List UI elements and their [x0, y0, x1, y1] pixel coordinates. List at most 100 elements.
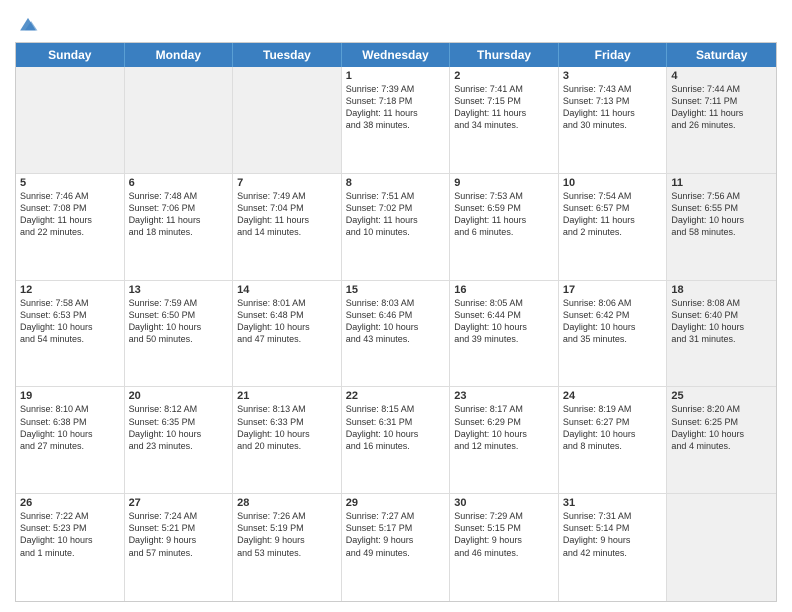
header-day-friday: Friday	[559, 43, 668, 67]
calendar-row-2: 5Sunrise: 7:46 AM Sunset: 7:08 PM Daylig…	[16, 174, 776, 281]
calendar-cell-empty-w0c0	[16, 67, 125, 173]
cell-text: Sunrise: 7:39 AM Sunset: 7:18 PM Dayligh…	[346, 83, 446, 132]
cell-text: Sunrise: 8:10 AM Sunset: 6:38 PM Dayligh…	[20, 403, 120, 452]
calendar-body: 1Sunrise: 7:39 AM Sunset: 7:18 PM Daylig…	[16, 67, 776, 601]
cell-text: Sunrise: 7:22 AM Sunset: 5:23 PM Dayligh…	[20, 510, 120, 559]
cell-text: Sunrise: 7:46 AM Sunset: 7:08 PM Dayligh…	[20, 190, 120, 239]
calendar-cell-9: 9Sunrise: 7:53 AM Sunset: 6:59 PM Daylig…	[450, 174, 559, 280]
calendar-row-1: 1Sunrise: 7:39 AM Sunset: 7:18 PM Daylig…	[16, 67, 776, 174]
calendar-cell-15: 15Sunrise: 8:03 AM Sunset: 6:46 PM Dayli…	[342, 281, 451, 387]
cell-text: Sunrise: 7:31 AM Sunset: 5:14 PM Dayligh…	[563, 510, 663, 559]
day-number: 5	[20, 177, 120, 189]
day-number: 17	[563, 284, 663, 296]
day-number: 21	[237, 390, 337, 402]
day-number: 27	[129, 497, 229, 509]
day-number: 28	[237, 497, 337, 509]
day-number: 11	[671, 177, 772, 189]
calendar-cell-7: 7Sunrise: 7:49 AM Sunset: 7:04 PM Daylig…	[233, 174, 342, 280]
cell-text: Sunrise: 7:48 AM Sunset: 7:06 PM Dayligh…	[129, 190, 229, 239]
cell-text: Sunrise: 8:06 AM Sunset: 6:42 PM Dayligh…	[563, 297, 663, 346]
day-number: 15	[346, 284, 446, 296]
cell-text: Sunrise: 8:15 AM Sunset: 6:31 PM Dayligh…	[346, 403, 446, 452]
day-number: 6	[129, 177, 229, 189]
day-number: 22	[346, 390, 446, 402]
cell-text: Sunrise: 7:27 AM Sunset: 5:17 PM Dayligh…	[346, 510, 446, 559]
calendar-cell-empty-w4c6	[667, 494, 776, 601]
cell-text: Sunrise: 7:56 AM Sunset: 6:55 PM Dayligh…	[671, 190, 772, 239]
calendar-cell-25: 25Sunrise: 8:20 AM Sunset: 6:25 PM Dayli…	[667, 387, 776, 493]
cell-text: Sunrise: 7:51 AM Sunset: 7:02 PM Dayligh…	[346, 190, 446, 239]
calendar-cell-6: 6Sunrise: 7:48 AM Sunset: 7:06 PM Daylig…	[125, 174, 234, 280]
calendar-cell-28: 28Sunrise: 7:26 AM Sunset: 5:19 PM Dayli…	[233, 494, 342, 601]
day-number: 7	[237, 177, 337, 189]
day-number: 31	[563, 497, 663, 509]
calendar-cell-8: 8Sunrise: 7:51 AM Sunset: 7:02 PM Daylig…	[342, 174, 451, 280]
cell-text: Sunrise: 7:44 AM Sunset: 7:11 PM Dayligh…	[671, 83, 772, 132]
day-number: 14	[237, 284, 337, 296]
calendar-cell-2: 2Sunrise: 7:41 AM Sunset: 7:15 PM Daylig…	[450, 67, 559, 173]
cell-text: Sunrise: 7:53 AM Sunset: 6:59 PM Dayligh…	[454, 190, 554, 239]
day-number: 20	[129, 390, 229, 402]
header-day-monday: Monday	[125, 43, 234, 67]
day-number: 29	[346, 497, 446, 509]
calendar: SundayMondayTuesdayWednesdayThursdayFrid…	[15, 42, 777, 602]
cell-text: Sunrise: 8:01 AM Sunset: 6:48 PM Dayligh…	[237, 297, 337, 346]
cell-text: Sunrise: 7:54 AM Sunset: 6:57 PM Dayligh…	[563, 190, 663, 239]
calendar-cell-14: 14Sunrise: 8:01 AM Sunset: 6:48 PM Dayli…	[233, 281, 342, 387]
day-number: 8	[346, 177, 446, 189]
cell-text: Sunrise: 7:58 AM Sunset: 6:53 PM Dayligh…	[20, 297, 120, 346]
calendar-cell-23: 23Sunrise: 8:17 AM Sunset: 6:29 PM Dayli…	[450, 387, 559, 493]
day-number: 4	[671, 70, 772, 82]
day-number: 25	[671, 390, 772, 402]
cell-text: Sunrise: 8:17 AM Sunset: 6:29 PM Dayligh…	[454, 403, 554, 452]
calendar-cell-27: 27Sunrise: 7:24 AM Sunset: 5:21 PM Dayli…	[125, 494, 234, 601]
cell-text: Sunrise: 8:13 AM Sunset: 6:33 PM Dayligh…	[237, 403, 337, 452]
calendar-row-3: 12Sunrise: 7:58 AM Sunset: 6:53 PM Dayli…	[16, 281, 776, 388]
calendar-cell-26: 26Sunrise: 7:22 AM Sunset: 5:23 PM Dayli…	[16, 494, 125, 601]
header-day-wednesday: Wednesday	[342, 43, 451, 67]
day-number: 12	[20, 284, 120, 296]
calendar-cell-18: 18Sunrise: 8:08 AM Sunset: 6:40 PM Dayli…	[667, 281, 776, 387]
day-number: 18	[671, 284, 772, 296]
day-number: 16	[454, 284, 554, 296]
cell-text: Sunrise: 7:41 AM Sunset: 7:15 PM Dayligh…	[454, 83, 554, 132]
calendar-cell-13: 13Sunrise: 7:59 AM Sunset: 6:50 PM Dayli…	[125, 281, 234, 387]
day-number: 30	[454, 497, 554, 509]
header-day-thursday: Thursday	[450, 43, 559, 67]
calendar-cell-17: 17Sunrise: 8:06 AM Sunset: 6:42 PM Dayli…	[559, 281, 668, 387]
calendar-cell-1: 1Sunrise: 7:39 AM Sunset: 7:18 PM Daylig…	[342, 67, 451, 173]
cell-text: Sunrise: 8:05 AM Sunset: 6:44 PM Dayligh…	[454, 297, 554, 346]
cell-text: Sunrise: 7:59 AM Sunset: 6:50 PM Dayligh…	[129, 297, 229, 346]
cell-text: Sunrise: 7:24 AM Sunset: 5:21 PM Dayligh…	[129, 510, 229, 559]
calendar-cell-20: 20Sunrise: 8:12 AM Sunset: 6:35 PM Dayli…	[125, 387, 234, 493]
calendar-cell-21: 21Sunrise: 8:13 AM Sunset: 6:33 PM Dayli…	[233, 387, 342, 493]
calendar-cell-12: 12Sunrise: 7:58 AM Sunset: 6:53 PM Dayli…	[16, 281, 125, 387]
calendar-header: SundayMondayTuesdayWednesdayThursdayFrid…	[16, 43, 776, 67]
cell-text: Sunrise: 8:08 AM Sunset: 6:40 PM Dayligh…	[671, 297, 772, 346]
header	[15, 10, 777, 36]
day-number: 23	[454, 390, 554, 402]
calendar-cell-4: 4Sunrise: 7:44 AM Sunset: 7:11 PM Daylig…	[667, 67, 776, 173]
cell-text: Sunrise: 8:20 AM Sunset: 6:25 PM Dayligh…	[671, 403, 772, 452]
cell-text: Sunrise: 8:12 AM Sunset: 6:35 PM Dayligh…	[129, 403, 229, 452]
cell-text: Sunrise: 7:43 AM Sunset: 7:13 PM Dayligh…	[563, 83, 663, 132]
calendar-row-5: 26Sunrise: 7:22 AM Sunset: 5:23 PM Dayli…	[16, 494, 776, 601]
cell-text: Sunrise: 8:03 AM Sunset: 6:46 PM Dayligh…	[346, 297, 446, 346]
cell-text: Sunrise: 7:26 AM Sunset: 5:19 PM Dayligh…	[237, 510, 337, 559]
cell-text: Sunrise: 8:19 AM Sunset: 6:27 PM Dayligh…	[563, 403, 663, 452]
day-number: 2	[454, 70, 554, 82]
day-number: 9	[454, 177, 554, 189]
calendar-cell-19: 19Sunrise: 8:10 AM Sunset: 6:38 PM Dayli…	[16, 387, 125, 493]
calendar-cell-empty-w0c2	[233, 67, 342, 173]
header-day-tuesday: Tuesday	[233, 43, 342, 67]
logo	[15, 14, 39, 36]
day-number: 13	[129, 284, 229, 296]
day-number: 3	[563, 70, 663, 82]
day-number: 24	[563, 390, 663, 402]
header-day-saturday: Saturday	[667, 43, 776, 67]
header-day-sunday: Sunday	[16, 43, 125, 67]
calendar-cell-16: 16Sunrise: 8:05 AM Sunset: 6:44 PM Dayli…	[450, 281, 559, 387]
calendar-cell-30: 30Sunrise: 7:29 AM Sunset: 5:15 PM Dayli…	[450, 494, 559, 601]
calendar-cell-5: 5Sunrise: 7:46 AM Sunset: 7:08 PM Daylig…	[16, 174, 125, 280]
calendar-cell-24: 24Sunrise: 8:19 AM Sunset: 6:27 PM Dayli…	[559, 387, 668, 493]
